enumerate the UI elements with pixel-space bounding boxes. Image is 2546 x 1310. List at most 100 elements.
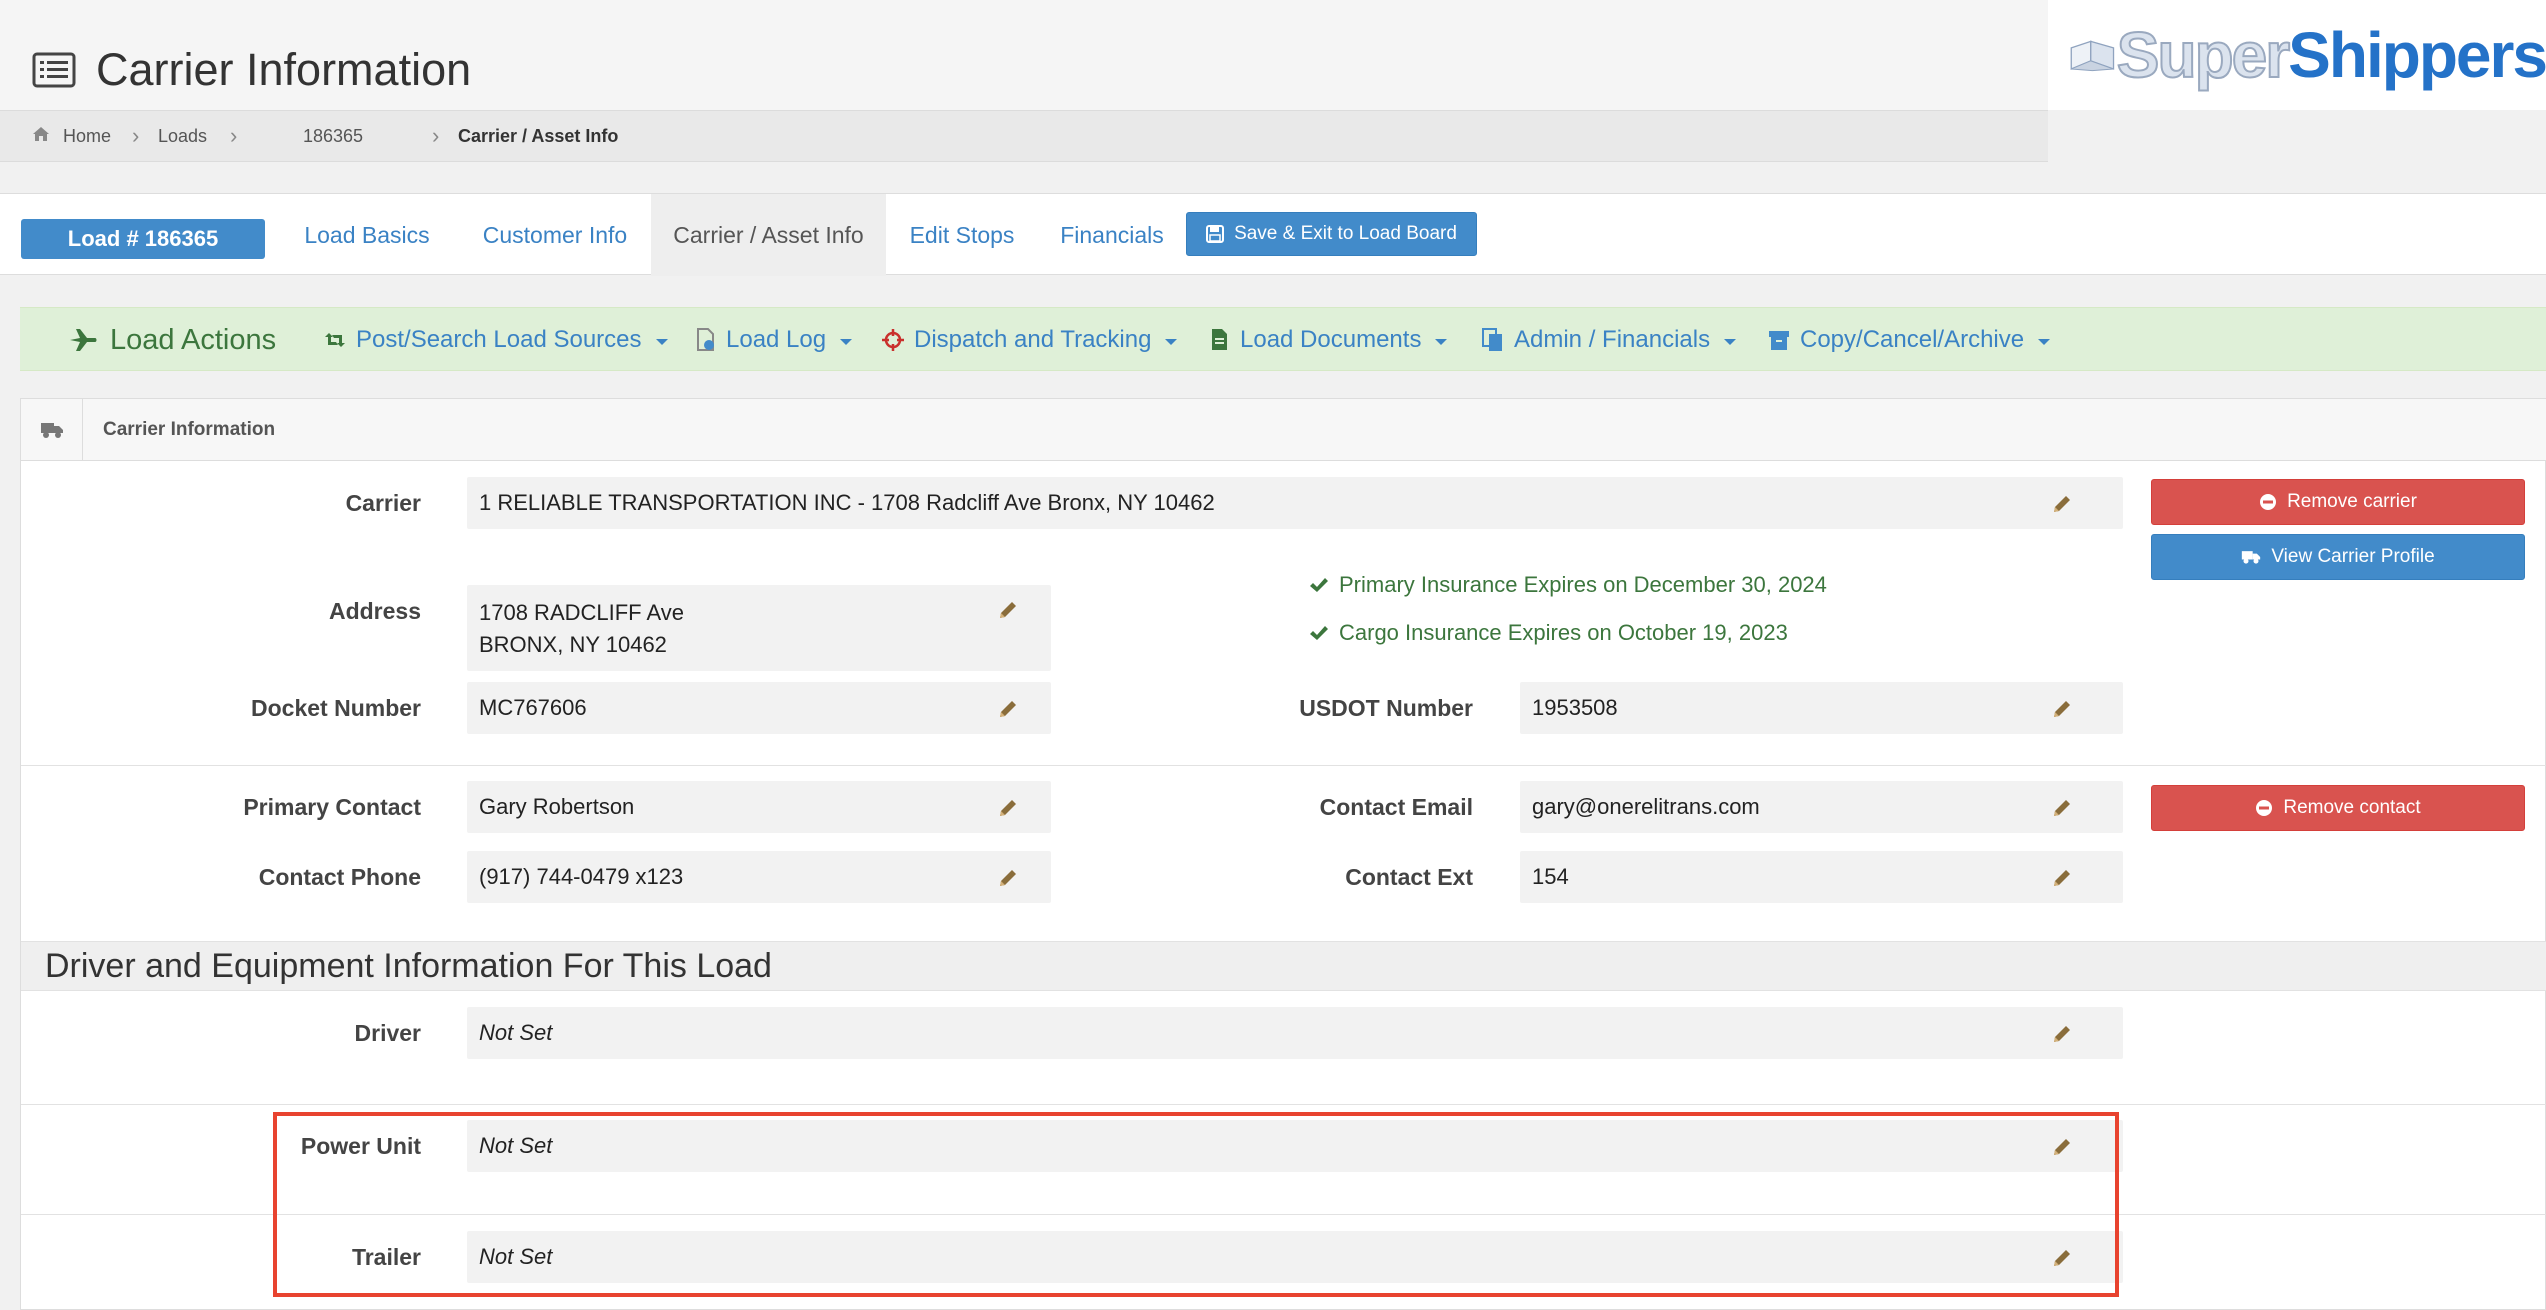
docket-label: Docket Number [251, 694, 421, 721]
view-carrier-profile-button[interactable]: View Carrier Profile [2151, 534, 2525, 580]
tab-edit-stops[interactable]: Edit Stops [896, 194, 1028, 276]
panel-title: Carrier Information [103, 419, 276, 440]
usdot-field[interactable]: 1953508 [1520, 682, 2123, 734]
contact-email-label: Contact Email [1319, 793, 1473, 820]
primary-contact-label: Primary Contact [243, 793, 421, 820]
chevron-right-icon: › [132, 123, 140, 148]
tab-carrier-asset-info[interactable]: Carrier / Asset Info [651, 194, 886, 276]
floppy-disk-icon [1206, 225, 1225, 243]
driver-label: Driver [354, 1019, 421, 1046]
chevron-right-icon: › [432, 123, 440, 148]
breadcrumb-loads[interactable]: Loads [158, 126, 207, 147]
list-icon [32, 52, 76, 88]
address-label: Address [328, 597, 421, 624]
caret-down-icon [1165, 339, 1178, 345]
post-search-load-sources-menu[interactable]: Post/Search Load Sources [324, 308, 668, 372]
contact-phone-field[interactable]: (917) 744-0479 x123 [467, 851, 1051, 903]
primary-insurance-text: Primary Insurance Expires on December 30… [1339, 572, 1827, 597]
contact-phone-label: Contact Phone [258, 863, 421, 890]
load-tabbar: Load # 186365 Load Basics Customer Info … [0, 193, 2546, 276]
pencil-icon[interactable] [2051, 1023, 2073, 1045]
breadcrumb-load-id[interactable]: 186365 [303, 126, 363, 147]
page-title-text: Carrier Information [96, 44, 472, 95]
remove-carrier-button[interactable]: Remove carrier [2151, 479, 2525, 525]
copy-cancel-archive-menu[interactable]: Copy/Cancel/Archive [1768, 308, 2051, 372]
page-title: Carrier Information [32, 44, 471, 96]
breadcrumb-home[interactable]: Home [63, 126, 111, 147]
save-exit-label: Save & Exit to Load Board [1234, 223, 1457, 244]
primary-contact-value: Gary Robertson [479, 794, 635, 819]
minus-circle-icon [2260, 494, 2277, 510]
check-icon [1310, 578, 1328, 592]
carrier-value: 1 RELIABLE TRANSPORTATION INC - 1708 Rad… [479, 490, 1215, 515]
load-actions-label: Load Actions [110, 323, 277, 356]
address-field[interactable]: 1708 RADCLIFF Ave BRONX, NY 10462 [467, 585, 1051, 671]
tab-load-basics[interactable]: Load Basics [296, 194, 438, 276]
load-actions-bar: Load Actions Post/Search Load Sources Lo… [20, 307, 2546, 371]
usdot-value: 1953508 [1532, 695, 1618, 720]
driver-value: Not Set [479, 1020, 553, 1045]
caret-down-icon [840, 339, 853, 345]
caret-down-icon [1724, 339, 1737, 345]
load-documents-menu[interactable]: Load Documents [1210, 308, 1448, 372]
copy-files-icon [1482, 328, 1502, 351]
load-actions-title: Load Actions [68, 308, 276, 372]
driver-field[interactable]: Not Set [467, 1007, 2123, 1059]
truck-icon [21, 399, 83, 461]
remove-contact-button[interactable]: Remove contact [2151, 785, 2525, 831]
caret-down-icon [2038, 339, 2051, 345]
admin-financials-menu[interactable]: Admin / Financials [1482, 308, 1737, 372]
home-icon [32, 126, 50, 147]
breadcrumb: Home › Loads › 186365 › Carrier / Asset … [0, 110, 2048, 162]
tab-customer-info[interactable]: Customer Info [466, 194, 644, 276]
remove-contact-label: Remove contact [2283, 797, 2421, 818]
divider [21, 1104, 2546, 1105]
contact-ext-field[interactable]: 154 [1520, 851, 2123, 903]
load-log-menu[interactable]: Load Log [696, 308, 853, 372]
cargo-insurance-status: Cargo Insurance Expires on October 19, 2… [1309, 615, 1788, 651]
address-line1: 1708 RADCLIFF Ave [479, 600, 685, 625]
post-search-label: Post/Search Load Sources [356, 326, 642, 353]
load-log-label: Load Log [726, 326, 827, 353]
brand-super: Super [2116, 18, 2291, 92]
cargo-insurance-text: Cargo Insurance Expires on October 19, 2… [1339, 620, 1788, 645]
contact-email-value: gary@onerelitrans.com [1532, 794, 1760, 819]
truck-icon [2242, 551, 2261, 564]
pencil-icon[interactable] [997, 698, 1019, 720]
tab-financials[interactable]: Financials [1050, 194, 1174, 276]
docket-field[interactable]: MC767606 [467, 682, 1051, 734]
pencil-icon[interactable] [997, 867, 1019, 889]
brand-shippers: Shippers [2288, 19, 2546, 91]
contact-email-field[interactable]: gary@onerelitrans.com [1520, 781, 2123, 833]
brand-wordmark: SuperShippers [2116, 18, 2546, 92]
contact-phone-value: (917) 744-0479 x123 [479, 864, 684, 889]
carrier-field[interactable]: 1 RELIABLE TRANSPORTATION INC - 1708 Rad… [467, 477, 2123, 529]
file-clock-icon [697, 328, 714, 351]
pencil-icon[interactable] [2051, 797, 2073, 819]
save-exit-button[interactable]: Save & Exit to Load Board [1186, 212, 1477, 256]
contact-ext-label: Contact Ext [1345, 863, 1473, 890]
chevron-right-icon: › [230, 123, 238, 148]
view-carrier-profile-label: View Carrier Profile [2271, 546, 2435, 567]
usdot-label: USDOT Number [1299, 694, 1473, 721]
primary-insurance-status: Primary Insurance Expires on December 30… [1309, 567, 1827, 603]
box-logo-icon [2070, 40, 2115, 72]
highlight-box [273, 1112, 2119, 1297]
dispatch-tracking-menu[interactable]: Dispatch and Tracking [882, 308, 1178, 372]
airplane-icon [70, 329, 97, 351]
contact-ext-value: 154 [1532, 864, 1569, 889]
caret-down-icon [1435, 339, 1448, 345]
remove-carrier-label: Remove carrier [2287, 491, 2417, 512]
primary-contact-field[interactable]: Gary Robertson [467, 781, 1051, 833]
pencil-icon[interactable] [2051, 867, 2073, 889]
pencil-icon[interactable] [2051, 698, 2073, 720]
retweet-icon [325, 333, 345, 347]
pencil-icon[interactable] [997, 599, 1019, 621]
brand-logo[interactable]: SuperShippers [2048, 0, 2546, 110]
crosshairs-icon [882, 329, 904, 351]
pencil-icon[interactable] [997, 797, 1019, 819]
pencil-icon[interactable] [2051, 493, 2073, 515]
load-number-badge[interactable]: Load # 186365 [21, 219, 265, 259]
admin-financials-label: Admin / Financials [1514, 326, 1711, 353]
archive-box-icon [1769, 331, 1789, 350]
